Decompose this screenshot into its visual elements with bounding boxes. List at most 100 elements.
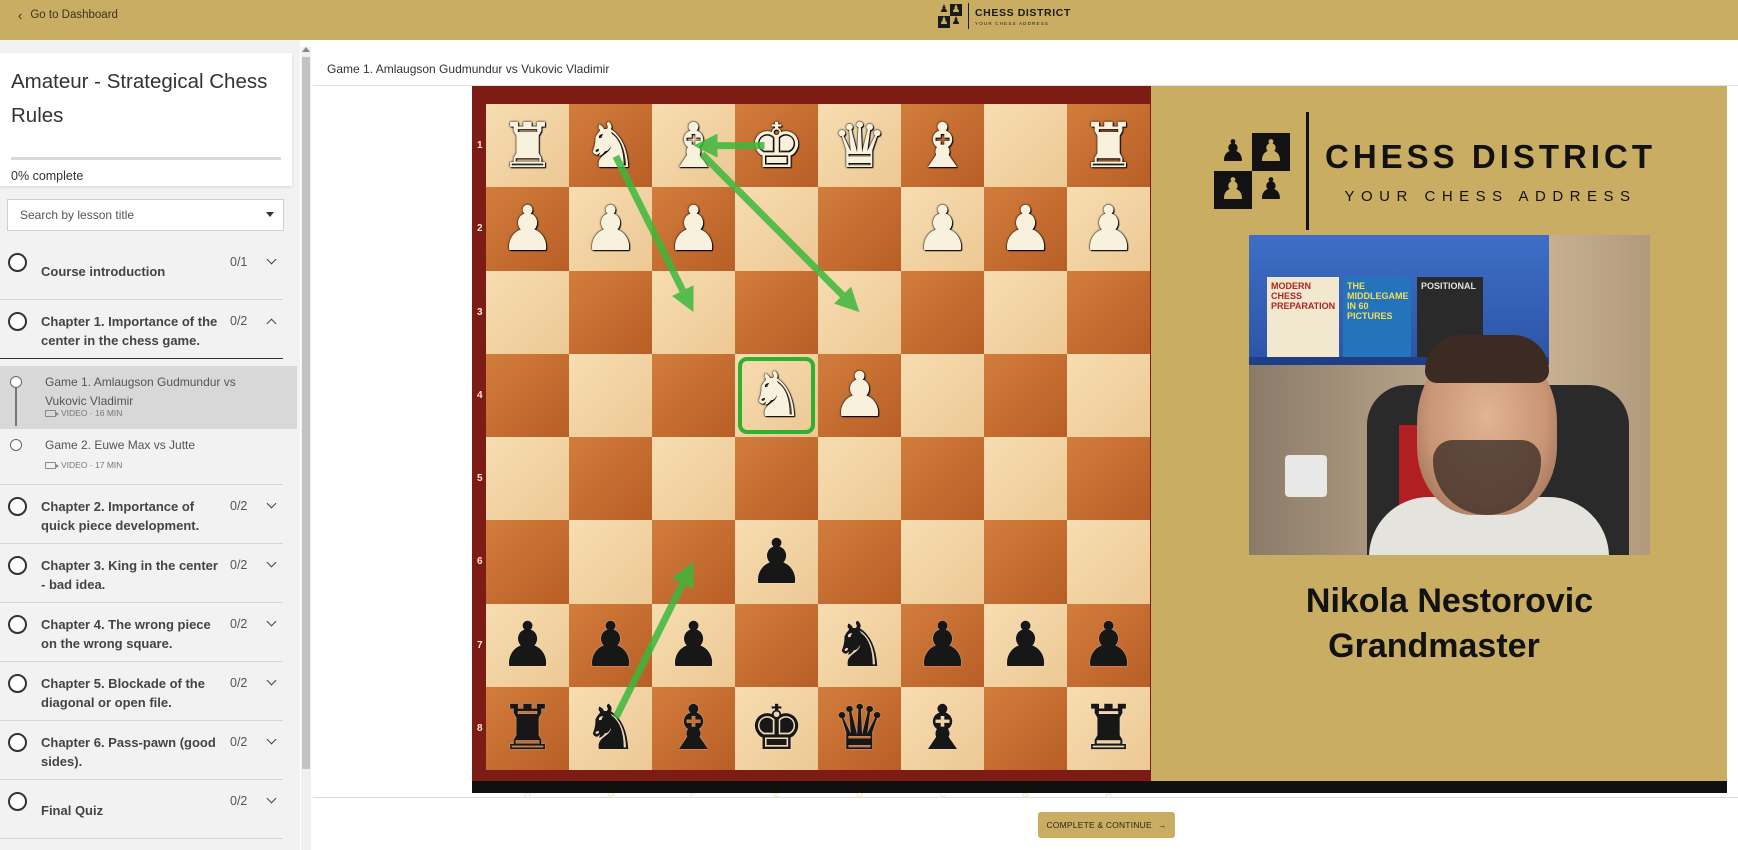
chapter-status-circle-icon [8, 792, 27, 811]
white-bishop-icon: ♝ [914, 108, 971, 182]
white-pawn-icon: ♟ [665, 191, 722, 265]
sidebar-scrollbar[interactable] [301, 47, 311, 850]
video-camera-icon [45, 409, 59, 417]
rank-label: 7 [477, 639, 483, 651]
chapter-count: 0/2 [230, 735, 248, 749]
board-square [735, 603, 818, 687]
course-sidebar: Amateur - Strategical Chess Rules 0% com… [0, 40, 300, 850]
lesson-item[interactable]: Game 2. Euwe Max vs Jutte VIDEO · 17 MIN [0, 429, 297, 479]
chapter-status-circle-icon [8, 556, 27, 575]
logo-title: CHESS DISTRICT [975, 6, 1071, 19]
chapter-7[interactable]: Final Quiz 0/2 [0, 780, 283, 839]
lesson-header: Game 1. Amlaugson Gudmundur vs Vukovic V… [313, 52, 1738, 86]
chevron-up-icon [266, 318, 277, 329]
lesson-item[interactable]: Game 1. Amlaugson Gudmundur vs Vukovic V… [0, 366, 297, 429]
chevron-down-icon [266, 254, 277, 265]
lesson-video[interactable]: 1 2 3 4 5 6 7 8 H G F E D C B A ♜ ♞ ♝ ♚ ♛ ♝ ♜ ♟ ♟ ♟ ♟ ♟ ♟ ♞ ♟ ♟ ♟ ♟ ♟ ♞ ♟ ♟ ♟ ♜… [472, 86, 1727, 800]
chapter-label: Course introduction [41, 264, 166, 279]
board-square [569, 520, 652, 604]
white-pawn-icon: ♟ [997, 191, 1054, 265]
board-square [486, 270, 569, 354]
lesson-meta-text: VIDEO · 17 MIN [61, 460, 123, 470]
chapter-status-circle-icon [8, 615, 27, 634]
rank-label: 2 [477, 223, 483, 235]
chapter-label: Chapter 6. Pass-pawn (good sides). [41, 735, 216, 769]
white-pawn-icon: ♟ [1080, 191, 1137, 265]
go-to-dashboard-link[interactable]: ‹ Go to Dashboard [18, 0, 118, 30]
host-title: Grandmaster [1328, 627, 1540, 665]
chapter-4[interactable]: Chapter 4. The wrong piece on the wrong … [0, 603, 283, 662]
chevron-down-icon [266, 675, 277, 686]
white-bishop-icon: ♝ [665, 108, 722, 182]
board-square [652, 270, 735, 354]
lesson-status-dot-icon [10, 376, 22, 388]
board-square [818, 437, 901, 521]
chess-district-logo-icon: ♟ ♟ ♟ ♟ [1214, 133, 1290, 209]
back-label: Go to Dashboard [30, 9, 118, 21]
chapter-0[interactable]: Course introduction 0/1 [0, 241, 283, 300]
video-control-strip[interactable] [472, 781, 1727, 793]
scrollbar-thumb[interactable] [302, 57, 310, 769]
chevron-down-icon [266, 557, 277, 568]
black-king-icon: ♚ [748, 691, 805, 765]
chapter-count: 0/2 [230, 676, 248, 690]
board-square [984, 270, 1067, 354]
white-rook-icon: ♜ [499, 108, 556, 182]
black-knight-icon: ♞ [831, 608, 888, 682]
board-square [1067, 520, 1150, 604]
white-pawn-icon: ♟ [831, 358, 888, 432]
chapter-label: Chapter 5. Blockade of the diagonal or o… [41, 676, 205, 710]
chapter-5[interactable]: Chapter 5. Blockade of the diagonal or o… [0, 662, 283, 721]
lesson-title: Game 1. Amlaugson Gudmundur vs Vukovic V… [45, 375, 236, 408]
progress-label: complete [32, 169, 84, 183]
chevron-down-icon [266, 734, 277, 745]
chapter-1[interactable]: Chapter 1. Importance of the center in t… [0, 300, 283, 359]
board-square [1067, 353, 1150, 437]
brand-logo[interactable]: ♟ ♟ ♟ ♟ CHESS DISTRICT YOUR CHESS ADDRESS [938, 3, 1071, 29]
black-pawn-icon: ♟ [582, 608, 639, 682]
black-rook-icon: ♜ [1080, 691, 1137, 765]
complete-and-continue-button[interactable]: COMPLETE & CONTINUE → [1038, 812, 1175, 838]
board-square [901, 520, 984, 604]
scroll-up-arrow-icon[interactable] [302, 47, 310, 52]
course-card: Amateur - Strategical Chess Rules 0% com… [0, 53, 292, 186]
chess-district-logo-icon: ♟ ♟ ♟ ♟ [938, 4, 962, 28]
white-rook-icon: ♜ [1080, 108, 1137, 182]
black-pawn-icon: ♟ [997, 608, 1054, 682]
promo-logo-title: CHESS DISTRICT [1325, 137, 1657, 175]
chapter-6[interactable]: Chapter 6. Pass-pawn (good sides). 0/2 [0, 721, 283, 780]
board-square [984, 353, 1067, 437]
black-pawn-icon: ♟ [499, 608, 556, 682]
rank-label: 8 [477, 722, 483, 734]
white-pawn-icon: ♟ [499, 191, 556, 265]
chevron-down-icon [266, 616, 277, 627]
chapter-2[interactable]: Chapter 2. Importance of quick piece dev… [0, 485, 283, 544]
chevron-down-icon [266, 498, 277, 509]
lesson-meta: VIDEO · 16 MIN [45, 408, 122, 418]
chapter-count: 0/1 [230, 255, 248, 269]
board-square [818, 187, 901, 271]
chapter-3[interactable]: Chapter 3. King in the center - bad idea… [0, 544, 283, 603]
white-king-icon: ♚ [748, 108, 805, 182]
progress-value: 0% [11, 169, 30, 183]
lesson-title: Game 1. Amlaugson Gudmundur vs Vukovic V… [327, 62, 610, 76]
board-square [818, 270, 901, 354]
black-pawn-icon: ♟ [665, 608, 722, 682]
video-camera-icon [45, 461, 59, 469]
chapter-label: Chapter 3. King in the center - bad idea… [41, 558, 218, 592]
progress-bar [11, 157, 281, 160]
black-pawn-icon: ♟ [748, 524, 805, 598]
chevron-down-icon [266, 793, 277, 804]
chapter-label: Final Quiz [41, 803, 104, 818]
lesson-title: Game 2. Euwe Max vs Jutte [45, 438, 196, 452]
chapter-label: Chapter 1. Importance of the center in t… [41, 314, 218, 348]
white-pawn-icon: ♟ [914, 191, 971, 265]
lesson-status-dot-icon [10, 439, 22, 451]
lesson-meta: VIDEO · 17 MIN [45, 460, 122, 470]
black-bishop-icon: ♝ [665, 691, 722, 765]
lesson-search-select[interactable]: Search by lesson title [7, 199, 284, 231]
chess-board: 1 2 3 4 5 6 7 8 H G F E D C B A ♜ ♞ ♝ ♚ ♛ ♝ ♜ ♟ ♟ ♟ ♟ ♟ ♟ ♞ ♟ ♟ ♟ ♟ ♟ ♞ ♟ ♟ ♟ ♜… [477, 104, 1150, 800]
board-square [984, 686, 1067, 770]
search-placeholder: Search by lesson title [20, 208, 135, 222]
chapter-status-circle-icon [8, 497, 27, 516]
